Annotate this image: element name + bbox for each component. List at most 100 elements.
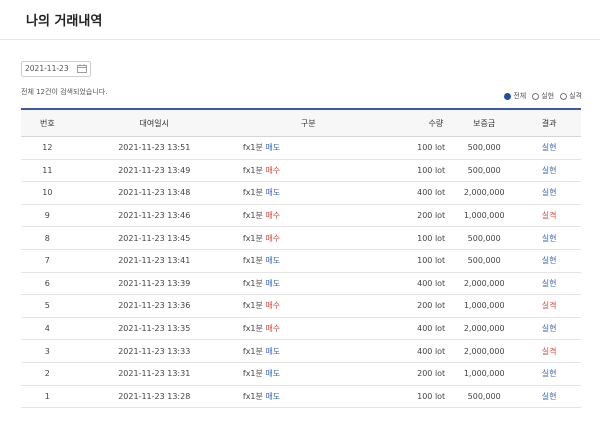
- cell-datetime: 2021-11-23 13:33: [73, 339, 235, 363]
- filter-realized-label: 실현: [541, 92, 555, 100]
- table-row: 4 2021-11-23 13:35 fx1분 매수 400 lot 2,000,000…: [21, 317, 581, 341]
- cell-no: 4: [21, 317, 74, 341]
- cell-no: 10: [21, 181, 74, 205]
- cell-qty: 200 lot: [374, 362, 452, 386]
- cell-result: 실현: [517, 362, 581, 386]
- cell-margin: 1,000,000: [451, 294, 518, 318]
- cell-result: 실격: [517, 294, 581, 318]
- cell-product: fx1분: [242, 143, 263, 153]
- cell-datetime: 2021-11-23 13:46: [73, 204, 235, 228]
- cell-side: 매수: [265, 324, 281, 334]
- calendar-icon[interactable]: [77, 64, 87, 73]
- radio-realized[interactable]: [532, 92, 540, 100]
- cell-product: fx1분: [242, 233, 263, 243]
- cell-margin: 500,000: [451, 136, 518, 160]
- header-margin: 보증금: [451, 109, 518, 137]
- cell-no: 12: [21, 136, 74, 160]
- cell-type: fx1분 매수: [234, 159, 375, 183]
- cell-qty: 200 lot: [374, 294, 452, 318]
- filter-failed[interactable]: 실격: [560, 91, 582, 101]
- cell-datetime: 2021-11-23 13:35: [73, 317, 235, 341]
- cell-result: 실현: [517, 317, 581, 341]
- cell-product: fx1분: [242, 165, 263, 175]
- table-row: 9 2021-11-23 13:46 fx1분 매수 200 lot 1,000,000…: [21, 204, 581, 228]
- cell-side: 매수: [265, 233, 281, 243]
- cell-type: fx1분 매도: [234, 249, 375, 273]
- radio-failed[interactable]: [560, 92, 568, 100]
- cell-qty: 100 lot: [374, 385, 452, 409]
- cell-margin: 500,000: [451, 159, 518, 183]
- cell-result: 실현: [517, 159, 581, 183]
- filter-all-label: 전체: [513, 92, 527, 100]
- cell-result: 실현: [517, 181, 581, 205]
- cell-no: 1: [21, 385, 74, 409]
- cell-product: fx1분: [242, 324, 263, 334]
- cell-margin: 500,000: [451, 226, 518, 250]
- cell-product: fx1분: [242, 188, 263, 198]
- table-row: 3 2021-11-23 13:33 fx1분 매도 400 lot 2,000,000…: [21, 339, 581, 363]
- cell-datetime: 2021-11-23 13:31: [73, 362, 235, 386]
- cell-qty: 400 lot: [374, 317, 452, 341]
- cell-margin: 1,000,000: [451, 362, 518, 386]
- cell-type: fx1분 매도: [234, 385, 375, 409]
- table-row: 7 2021-11-23 13:41 fx1분 매도 100 lot 500,000 실현: [21, 249, 581, 273]
- cell-result: 실현: [517, 249, 581, 273]
- cell-result: 실현: [517, 226, 581, 250]
- cell-product: fx1분: [242, 256, 263, 266]
- cell-qty: 100 lot: [374, 159, 452, 183]
- table-row: 5 2021-11-23 13:36 fx1분 매수 200 lot 1,000,000…: [21, 294, 581, 318]
- filter-all[interactable]: 전체: [504, 91, 526, 101]
- header-datetime: 대여일시: [73, 109, 235, 137]
- cell-type: fx1분 매도: [234, 272, 375, 296]
- filter-failed-label: 실격: [569, 92, 582, 100]
- cell-qty: 400 lot: [374, 339, 452, 363]
- cell-product: fx1분: [242, 346, 263, 356]
- cell-side: 매수: [265, 165, 281, 175]
- cell-datetime: 2021-11-23 13:41: [73, 249, 235, 273]
- date-picker[interactable]: 2021-11-23: [21, 61, 91, 77]
- cell-margin: 2,000,000: [451, 272, 518, 296]
- table-row: 2 2021-11-23 13:31 fx1분 매도 200 lot 1,000,000…: [21, 362, 581, 386]
- result-filter: 전체 실현 실격: [498, 91, 582, 101]
- cell-type: fx1분 매도: [234, 136, 375, 160]
- header-qty: 수량: [374, 109, 452, 137]
- header-result: 결과: [517, 109, 581, 137]
- cell-result: 실격: [517, 204, 581, 228]
- table-row: 12 2021-11-23 13:51 fx1분 매도 100 lot 500,000 실…: [21, 136, 581, 160]
- page-header: 나의 거래내역: [0, 0, 600, 40]
- cell-type: fx1분 매도: [234, 339, 375, 363]
- cell-product: fx1분: [242, 301, 263, 311]
- cell-type: fx1분 매도: [234, 362, 375, 386]
- cell-side: 매수: [265, 301, 281, 311]
- cell-side: 매수: [265, 211, 281, 221]
- cell-side: 매도: [265, 346, 281, 356]
- cell-no: 8: [21, 226, 74, 250]
- cell-datetime: 2021-11-23 13:51: [73, 136, 235, 160]
- filter-realized[interactable]: 실현: [532, 91, 554, 101]
- cell-qty: 400 lot: [374, 181, 452, 205]
- cell-product: fx1분: [242, 211, 263, 221]
- table-row: 6 2021-11-23 13:39 fx1분 매도 400 lot 2,000,000…: [21, 272, 581, 296]
- trade-history-table: 번호 대여일시 구분 수량 보증금 결과 12 2021-11-23 13:51 f…: [21, 108, 581, 409]
- cell-margin: 2,000,000: [451, 317, 518, 341]
- cell-side: 매도: [265, 278, 281, 288]
- cell-type: fx1분 매수: [234, 317, 375, 341]
- cell-type: fx1분 매수: [234, 294, 375, 318]
- cell-qty: 400 lot: [374, 272, 452, 296]
- cell-datetime: 2021-11-23 13:39: [73, 272, 235, 296]
- table-header-row: 번호 대여일시 구분 수량 보증금 결과: [21, 109, 581, 137]
- cell-no: 11: [21, 159, 74, 183]
- cell-margin: 2,000,000: [451, 339, 518, 363]
- table-row: 8 2021-11-23 13:45 fx1분 매수 100 lot 500,000 실현: [21, 226, 581, 250]
- cell-product: fx1분: [242, 391, 263, 401]
- cell-datetime: 2021-11-23 13:28: [73, 385, 235, 409]
- cell-side: 매도: [265, 369, 281, 379]
- cell-no: 2: [21, 362, 74, 386]
- cell-margin: 500,000: [451, 385, 518, 409]
- cell-margin: 2,000,000: [451, 181, 518, 205]
- cell-datetime: 2021-11-23 13:36: [73, 294, 235, 318]
- table-row: 10 2021-11-23 13:48 fx1분 매도 400 lot 2,000,00…: [21, 181, 581, 205]
- cell-qty: 200 lot: [374, 204, 452, 228]
- cell-datetime: 2021-11-23 13:49: [73, 159, 235, 183]
- radio-all[interactable]: [504, 92, 512, 100]
